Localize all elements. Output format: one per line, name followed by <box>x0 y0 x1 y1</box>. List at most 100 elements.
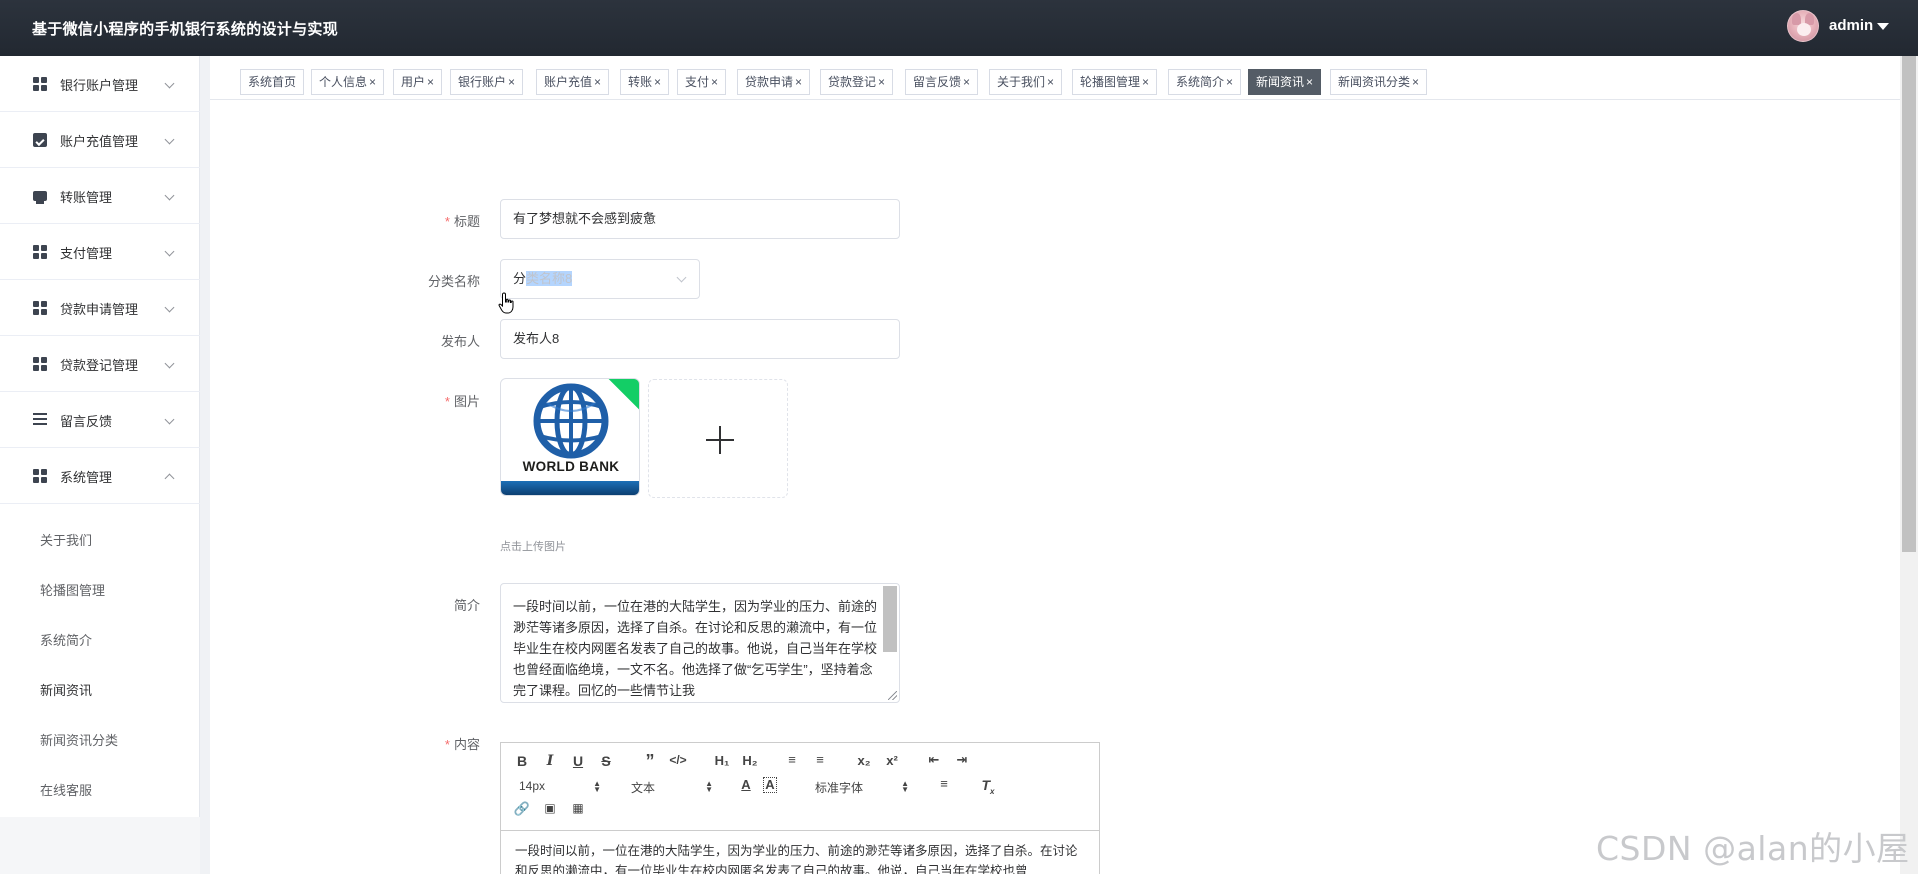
subscript-icon[interactable]: x₂ <box>853 753 875 768</box>
sidebar-subitem-news[interactable]: 新闻资讯 <box>0 664 200 714</box>
top-header: 基于微信小程序的手机银行系统的设计与实现 admin <box>0 0 1918 56</box>
upload-image-button[interactable] <box>648 379 788 498</box>
ordered-list-icon[interactable]: ≡ <box>783 752 801 767</box>
grid-icon <box>33 357 47 371</box>
sidebar-item-system[interactable]: 系统管理 <box>0 448 200 504</box>
tab-carousel[interactable]: 轮播图管理 × <box>1072 69 1158 95</box>
sidebar-item-feedback[interactable]: 留言反馈 <box>0 392 200 448</box>
tab-feedback[interactable]: 留言反馈 × <box>905 69 979 95</box>
tab-loan-registration[interactable]: 贷款登记 × <box>820 69 894 95</box>
username[interactable]: admin <box>1829 17 1873 34</box>
sidebar-item-label: 支付管理 <box>60 246 113 261</box>
tab-users[interactable]: 用户 × <box>393 69 443 95</box>
tab-payment[interactable]: 支付 × <box>677 69 727 95</box>
link-icon[interactable]: 🔗 <box>513 801 531 817</box>
category-select[interactable]: 分类名称8 <box>500 259 700 299</box>
tab-recharge[interactable]: 账户充值 × <box>536 69 610 95</box>
close-icon[interactable]: × <box>369 75 376 89</box>
video-icon[interactable]: ▦ <box>569 801 587 815</box>
background-color-icon[interactable]: A <box>763 777 777 793</box>
textarea-scrollbar[interactable] <box>883 586 897 652</box>
sidebar-subitem-carousel[interactable]: 轮播图管理 <box>0 564 200 614</box>
chevron-down-icon <box>164 302 175 313</box>
sidebar-subitem-online-service[interactable]: 在线客服 <box>0 764 200 814</box>
chevron-down-icon <box>164 246 175 257</box>
underline-icon[interactable]: U <box>569 753 587 769</box>
publisher-input[interactable]: 发布人8 <box>500 319 900 359</box>
title-input[interactable]: 有了梦想就不会感到疲惫 <box>500 199 900 239</box>
page-scrollbar-thumb[interactable] <box>1902 56 1916 552</box>
sidebar-item-label: 贷款登记管理 <box>60 358 139 373</box>
grid-icon <box>33 77 47 91</box>
sidebar-item-transfer[interactable]: 转账管理 <box>0 168 200 224</box>
outdent-icon[interactable]: ⇤ <box>925 752 943 768</box>
sidebar-subitem-about[interactable]: 关于我们 <box>0 514 200 564</box>
superscript-icon[interactable]: x² <box>881 753 903 768</box>
image-icon[interactable]: ▣ <box>541 801 559 815</box>
close-icon[interactable]: × <box>654 75 661 89</box>
align-icon[interactable]: ≡ <box>935 776 953 791</box>
close-icon[interactable]: × <box>1412 75 1419 89</box>
sidebar-subitem-system-intro[interactable]: 系统简介 <box>0 614 200 664</box>
font-size-select[interactable]: 14px ▲ ▼ <box>519 779 601 794</box>
tab-profile[interactable]: 个人信息 × <box>311 69 385 95</box>
chevron-down-icon <box>164 414 175 425</box>
tab-home[interactable]: 系统首页 <box>240 69 305 95</box>
sidebar-footer <box>0 817 200 874</box>
chevron-down-icon <box>164 190 175 201</box>
bold-icon[interactable]: B <box>513 753 531 769</box>
sidebar: 银行账户管理 账户充值管理 转账管理 支付管理 贷款申请管理 贷款登记管理 留言… <box>0 56 200 874</box>
news-edit-form: * 标题 有了梦想就不会感到疲惫 分类名称 分类名称8 发布人 发布人8 * 图片 … <box>210 100 1908 874</box>
user-menu-caret-icon[interactable] <box>1877 23 1889 30</box>
updown-icon: ▲ ▼ <box>901 779 909 794</box>
sidebar-item-label: 转账管理 <box>60 190 113 205</box>
font-family-select[interactable]: 标准字体 ▲ ▼ <box>815 779 909 796</box>
sidebar-item-label: 系统管理 <box>60 470 113 485</box>
font-color-icon[interactable]: A <box>737 777 755 792</box>
tab-transfer[interactable]: 转账 × <box>620 69 670 95</box>
close-icon[interactable]: × <box>508 75 515 89</box>
sidebar-item-bank-account[interactable]: 银行账户管理 <box>0 56 200 112</box>
tabs-bar: 系统首页 个人信息 × 用户 × 银行账户 × 账户充值 × 转账 × 支付 × 贷款申请 ×… <box>210 56 1908 100</box>
close-icon[interactable]: × <box>1047 75 1054 89</box>
italic-icon[interactable]: I <box>541 753 559 769</box>
list-icon <box>33 413 47 427</box>
tab-news-category[interactable]: 新闻资讯分类 × <box>1330 69 1428 95</box>
avatar[interactable] <box>1787 10 1819 42</box>
blockquote-icon[interactable]: ” <box>641 751 659 772</box>
sidebar-item-payment[interactable]: 支付管理 <box>0 224 200 280</box>
heading-1-icon[interactable]: H₁ <box>711 753 733 768</box>
sidebar-subitem-news-category[interactable]: 新闻资讯分类 <box>0 714 200 764</box>
summary-textarea[interactable]: 一段时间以前，一位在港的大陆学生，因为学业的压力、前途的渺茫等诸多原因，选择了自… <box>500 583 900 703</box>
tab-news[interactable]: 新闻资讯 × <box>1248 69 1322 95</box>
clear-format-icon[interactable]: Tx <box>979 777 997 796</box>
tab-system-intro[interactable]: 系统简介 × <box>1168 69 1242 95</box>
close-icon[interactable]: × <box>1142 75 1149 89</box>
sidebar-item-recharge[interactable]: 账户充值管理 <box>0 112 200 168</box>
bullet-list-icon[interactable]: ≡ <box>811 752 829 767</box>
close-icon[interactable]: × <box>1226 75 1233 89</box>
tab-bank-account[interactable]: 银行账户 × <box>450 69 524 95</box>
close-icon[interactable]: × <box>795 75 802 89</box>
strikethrough-icon[interactable]: S <box>597 753 615 769</box>
tab-loan-application[interactable]: 贷款申请 × <box>737 69 811 95</box>
sidebar-item-loan-registration[interactable]: 贷款登记管理 <box>0 336 200 392</box>
uploaded-image-thumbnail[interactable]: WORLD BANK <box>500 378 640 496</box>
heading-2-icon[interactable]: H₂ <box>739 753 761 768</box>
resize-handle-icon[interactable] <box>888 691 897 700</box>
tab-about[interactable]: 关于我们 × <box>989 69 1063 95</box>
close-icon[interactable]: × <box>1306 75 1313 89</box>
close-icon[interactable]: × <box>427 75 434 89</box>
indent-icon[interactable]: ⇥ <box>953 752 971 768</box>
close-icon[interactable]: × <box>963 75 970 89</box>
close-icon[interactable]: × <box>711 75 718 89</box>
code-block-icon[interactable]: </> <box>669 753 687 767</box>
editor-body[interactable]: 一段时间以前，一位在港的大陆学生，因为学业的压力、前途的渺茫等诸多原因，选择了自… <box>501 831 1099 874</box>
close-icon[interactable]: × <box>878 75 885 89</box>
title-label: * 标题 <box>444 214 480 229</box>
world-bank-globe-icon <box>533 383 609 459</box>
block-format-select[interactable]: 文本 ▲ ▼ <box>631 779 713 796</box>
sidebar-item-loan-application[interactable]: 贷款申请管理 <box>0 280 200 336</box>
rich-text-editor[interactable]: B I U S ” </> H₁ H₂ ≡ ≡ x₂ x² ⇤ ⇥ 14px ▲ ▼… <box>500 742 1100 874</box>
close-icon[interactable]: × <box>594 75 601 89</box>
